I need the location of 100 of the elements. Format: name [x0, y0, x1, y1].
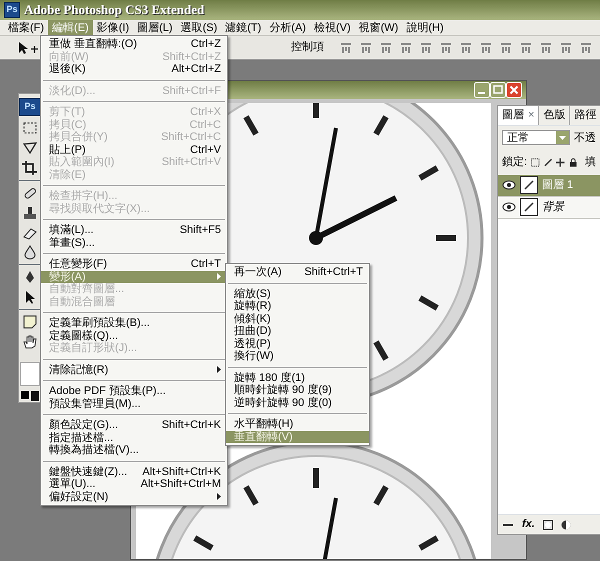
minimize-icon[interactable]	[474, 82, 490, 98]
toolbox-logo: Ps	[19, 98, 41, 116]
menu-item[interactable]: 順時針旋轉 90 度(9)	[226, 384, 369, 396]
menu-item[interactable]: 重做 垂直翻轉:(O) Ctrl+Z	[41, 38, 227, 50]
menu-item[interactable]: 任意變形(F) Ctrl+T	[41, 258, 227, 270]
lasso-tool-icon[interactable]	[21, 140, 39, 156]
layer-thumbnail-icon	[520, 198, 538, 216]
opacity-label: 不透	[574, 130, 596, 146]
menu-item[interactable]: 選單(U)... Alt+Shift+Ctrl+M	[41, 478, 227, 490]
align-icon[interactable]	[580, 42, 592, 54]
menu-item[interactable]: Adobe PDF 預設集(P)...	[41, 385, 227, 398]
menu-item[interactable]: 定義圖樣(Q)...	[41, 330, 227, 342]
align-icon[interactable]	[460, 42, 472, 54]
lock-label: 鎖定:	[502, 154, 528, 170]
panel-tab[interactable]: 路徑	[570, 106, 600, 124]
options-label: 控制項	[291, 40, 324, 56]
align-icon[interactable]	[380, 42, 392, 54]
marquee-tool-icon[interactable]	[21, 120, 39, 136]
blend-mode-dropdown[interactable]: 正常	[502, 130, 570, 146]
menu-item[interactable]: 偏好設定(N)	[41, 490, 227, 503]
align-icon[interactable]	[340, 42, 352, 54]
menu-item[interactable]: 再一次(A) Shift+Ctrl+T	[226, 266, 369, 278]
shortcut-text: Ctrl+V	[189, 144, 221, 156]
menu-item[interactable]: 預設集管理員(M)...	[41, 398, 227, 410]
move-tool-icon[interactable]	[16, 40, 40, 56]
crop-tool-icon[interactable]	[21, 160, 39, 176]
menu-bar-item[interactable]: 檢視(V)	[310, 20, 355, 36]
shortcut-text: Shift+Ctrl+K	[160, 419, 221, 432]
menu-item[interactable]: 扭曲(D)	[226, 325, 369, 338]
menu-item[interactable]: 顏色設定(G)... Shift+Ctrl+K	[41, 419, 227, 432]
align-icon[interactable]	[440, 42, 452, 54]
align-icon[interactable]	[400, 42, 412, 54]
menu-item[interactable]: 筆畫(S)...	[41, 236, 227, 249]
lock-icon[interactable]	[568, 158, 577, 167]
align-icon[interactable]	[360, 42, 372, 54]
menu-item[interactable]: 清除記憶(R)	[41, 364, 227, 376]
move-icon[interactable]	[556, 158, 565, 167]
menu-item[interactable]: 水平翻轉(H)	[226, 418, 369, 430]
window-title: Adobe Photoshop CS3 Extended	[24, 1, 204, 20]
menu-item[interactable]: 填滿(L)... Shift+F5	[41, 224, 227, 236]
align-icon[interactable]	[500, 42, 512, 54]
shortcut-text: Shift+Ctrl+Z	[161, 50, 221, 63]
shortcut-text: Ctrl+X	[189, 106, 221, 118]
menu-bar-item[interactable]: 分析(A)	[265, 20, 310, 36]
layer-name: 圖層 1	[542, 178, 574, 193]
menu-bar-item[interactable]: 圖層(L)	[133, 20, 177, 36]
menu-item[interactable]: 換行(W)	[226, 350, 369, 362]
align-icon[interactable]	[420, 42, 432, 54]
menu-bar-item[interactable]: 說明(H)	[402, 20, 448, 36]
eye-icon[interactable]	[502, 180, 516, 190]
fill-label: 填	[585, 155, 596, 170]
shortcut-text: Alt+Shift+Ctrl+K	[141, 466, 221, 478]
menu-item[interactable]: 轉換為描述檔(V)...	[41, 444, 227, 456]
align-icon[interactable]	[480, 42, 492, 54]
align-icon[interactable]	[520, 42, 532, 54]
shortcut-text: Shift+Ctrl+V	[160, 156, 221, 168]
layer-name: 背景	[542, 200, 564, 215]
close-icon[interactable]: ×	[528, 107, 534, 124]
menu-item[interactable]: 縮放(S)	[226, 288, 369, 300]
adjustment-icon[interactable]	[560, 520, 571, 530]
menu-bar-item[interactable]: 視窗(W)	[354, 20, 402, 36]
menu-bar-item[interactable]: 檔案(F)	[4, 20, 48, 36]
menu-item[interactable]: 傾斜(K)	[226, 312, 369, 325]
mask-icon[interactable]	[542, 520, 553, 530]
shortcut-text: Shift+Ctrl+C	[160, 131, 221, 144]
shortcut-text: Shift+F5	[178, 224, 221, 236]
layer-thumbnail-icon	[520, 176, 538, 194]
maximize-icon[interactable]	[490, 82, 506, 98]
color-swatches-icon[interactable]	[20, 390, 40, 402]
menu-item[interactable]: 貼上(P) Ctrl+V	[41, 144, 227, 156]
menu-item[interactable]: 指定描述檔...	[41, 432, 227, 444]
close-icon[interactable]	[506, 82, 522, 98]
menu-item[interactable]: 旋轉(R)	[226, 300, 369, 312]
align-icon[interactable]	[560, 42, 572, 54]
menu-bar-item[interactable]: 影像(I)	[92, 20, 134, 36]
layer-row[interactable]: 背景	[498, 196, 600, 218]
stamp-tool-icon[interactable]	[21, 204, 39, 221]
shortcut-text: Alt+Ctrl+Z	[170, 63, 221, 76]
align-icon[interactable]	[540, 42, 552, 54]
app-logo: Ps	[4, 2, 20, 18]
menu-item[interactable]: 鍵盤快速鍵(Z)... Alt+Shift+Ctrl+K	[41, 466, 227, 478]
eye-icon[interactable]	[502, 202, 516, 212]
panel-tab[interactable]: 圖層 ×	[498, 106, 540, 124]
menu-item[interactable]: 旋轉 180 度(1)	[226, 372, 369, 384]
shortcut-text: Ctrl+Z	[190, 38, 221, 50]
lock-pixels-icon[interactable]	[531, 158, 540, 167]
shortcut-text: Alt+Shift+Ctrl+M	[140, 478, 221, 490]
fx-button[interactable]: fx.	[522, 516, 535, 533]
panel-tab[interactable]: 色版	[539, 106, 570, 124]
menu-item[interactable]: 退後(K) Alt+Ctrl+Z	[41, 63, 227, 76]
hand-tool-icon[interactable]	[21, 334, 39, 350]
menu-item[interactable]: 逆時針旋轉 90 度(0)	[226, 396, 369, 409]
shortcut-text: Ctrl+C	[188, 118, 221, 131]
brush-icon[interactable]	[544, 158, 552, 167]
shortcut-text: Shift+Ctrl+F	[161, 84, 221, 97]
menu-bar-item[interactable]: 濾鏡(T)	[221, 20, 266, 36]
menu-item[interactable]: 定義筆刷預設集(B)...	[41, 317, 227, 330]
menu-bar-item[interactable]: 選取(S)	[176, 20, 222, 36]
note-tool-icon[interactable]	[21, 314, 39, 330]
menu-item[interactable]: 透視(P)	[226, 338, 369, 350]
